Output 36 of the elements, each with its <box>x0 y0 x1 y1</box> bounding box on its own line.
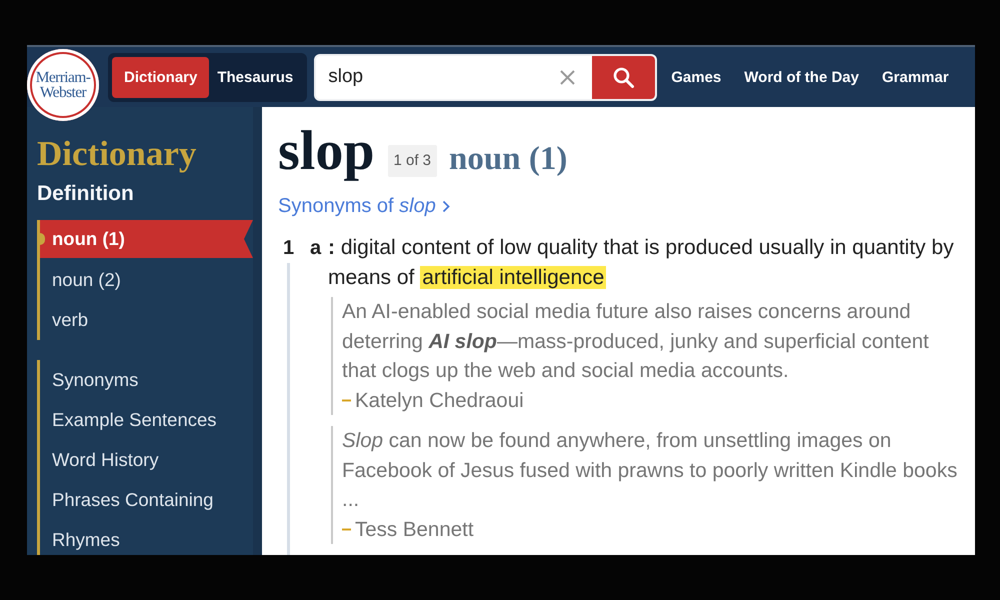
chevron-right-icon <box>442 200 450 212</box>
search-field[interactable]: slop <box>314 54 658 100</box>
sidebar-item[interactable]: Word History <box>40 440 253 480</box>
tab[interactable]: Dictionary <box>112 56 210 98</box>
definition-text: : digital content of low quality that is produced usually in quantity by means of artificial intelligence <box>328 235 955 291</box>
dash-icon <box>342 528 351 531</box>
sidebar-heading: Definition <box>37 181 134 207</box>
search-button[interactable] <box>592 56 656 98</box>
close-icon[interactable] <box>560 70 576 84</box>
sidebar-item[interactable]: verb <box>40 300 253 340</box>
sense-letter: a <box>310 237 322 259</box>
sense-number: 1 <box>283 236 294 261</box>
nav-link[interactable]: Word of the Day <box>744 68 859 86</box>
search-input[interactable]: slop <box>328 66 552 88</box>
homograph-label: 1 of 3 <box>388 145 438 177</box>
example-author: Katelyn Chedraoui <box>355 388 524 414</box>
bullet-icon <box>40 233 45 245</box>
logo[interactable]: Merriam- Webster <box>27 49 99 121</box>
nav-link[interactable]: Games <box>671 68 722 86</box>
synonyms-link[interactable]: Synonyms of slop <box>278 191 450 221</box>
example-sentence: Slop can now be found anywhere, from unsettling images on Facebook of Jesus fused with prawns to poorly written Kindle books ... <box>342 428 958 513</box>
sidebar-item[interactable]: noun (2) <box>40 260 253 300</box>
nav-link[interactable]: Grammar <box>882 68 949 86</box>
sidebar-item[interactable]: Synonyms <box>40 360 253 400</box>
sidebar-item[interactable]: Rhymes <box>40 520 253 555</box>
dash-icon <box>342 398 351 402</box>
tab[interactable]: Thesaurus <box>209 56 302 98</box>
example-author: Tess Bennett <box>355 516 474 542</box>
search-icon <box>613 66 634 88</box>
sidebar-item[interactable]: Phrases Containing <box>40 480 253 520</box>
example-sentence: An AI-enabled social media future also raises concerns around deterring AI slop—mass-produced, junky and superficial content that clogs up the web and social media accounts. <box>342 299 930 384</box>
headword: slop <box>278 120 374 182</box>
part-of-speech: noun (1) <box>449 141 568 178</box>
sidebar-item[interactable]: Example Sentences <box>40 400 253 440</box>
sidebar-item[interactable]: noun (1) <box>40 220 253 258</box>
sidebar-title: Dictionary <box>37 134 196 174</box>
